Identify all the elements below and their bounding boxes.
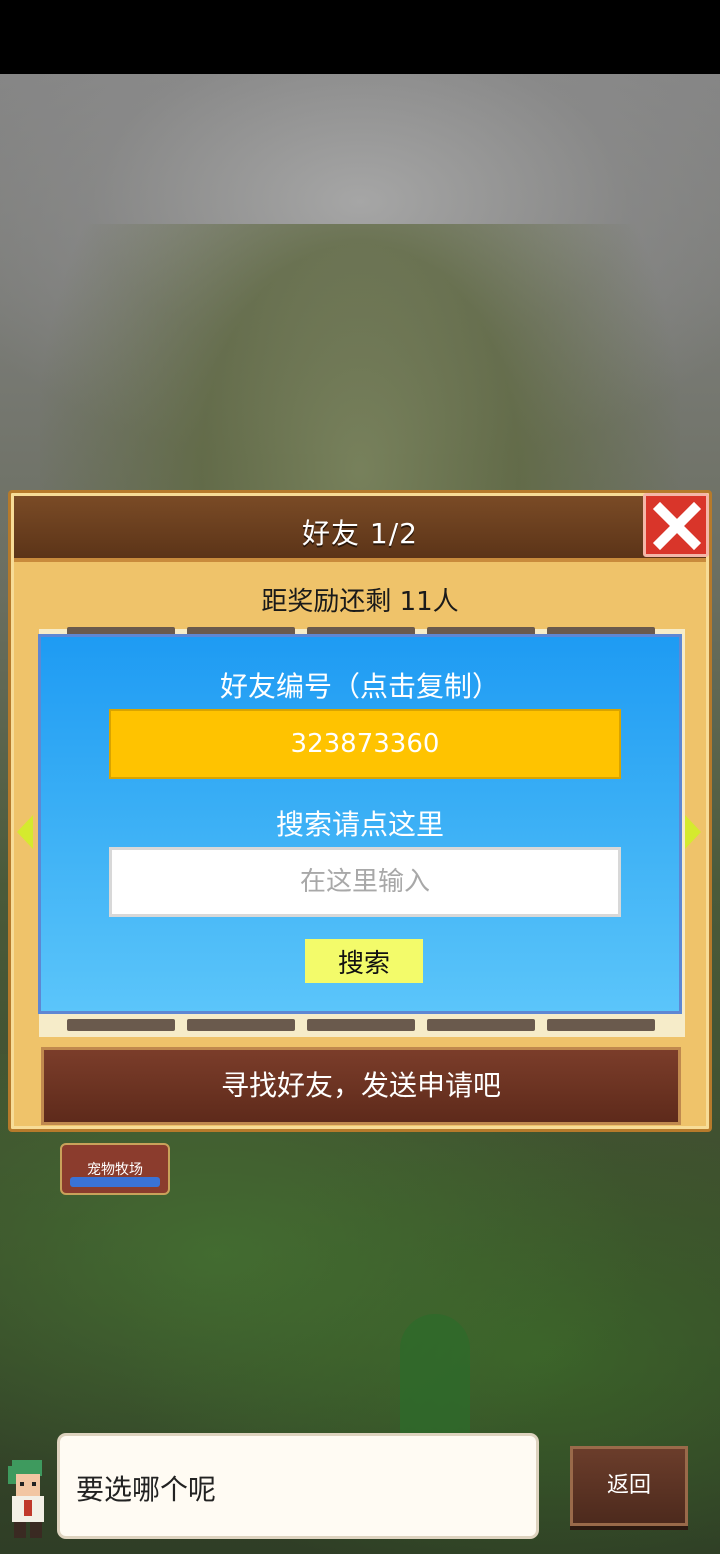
pet-ranch-bar <box>70 1177 160 1187</box>
friend-slot[interactable] <box>547 1019 655 1031</box>
pet-ranch-sign[interactable]: 宠物牧场 <box>60 1143 170 1195</box>
friend-id-label: 好友编号（点击复制） <box>219 670 500 703</box>
dialog-title: 好友 1/2 <box>302 517 418 550</box>
status-bar <box>0 0 720 74</box>
friend-slot[interactable] <box>307 1019 415 1031</box>
friend-search-input[interactable] <box>109 847 621 917</box>
pet-ranch-label: 宠物牧场 <box>87 1162 143 1178</box>
left-arrow-icon[interactable] <box>17 815 33 849</box>
character-avatar <box>2 1456 56 1542</box>
search-button[interactable]: 搜索 <box>305 939 423 983</box>
friend-search-panel: 好友编号（点击复制） 323873360 搜索请点这里 搜索 <box>38 634 682 1014</box>
friend-slot[interactable] <box>187 1019 295 1031</box>
speech-bubble: 要选哪个呢 <box>60 1436 536 1536</box>
reward-remaining-text: 距奖励还剩 11人 <box>261 587 459 617</box>
find-friends-button[interactable]: 寻找好友，发送申请吧 <box>41 1047 681 1125</box>
search-label: 搜索请点这里 <box>275 808 444 841</box>
back-button[interactable]: 返回 <box>570 1446 688 1526</box>
speech-text: 要选哪个呢 <box>76 1473 217 1506</box>
right-arrow-icon[interactable] <box>685 815 701 849</box>
dialog-titlebar: 好友 1/2 <box>14 496 706 562</box>
friend-slot[interactable] <box>67 1019 175 1031</box>
friend-id-copy-box[interactable]: 323873360 <box>109 709 621 779</box>
character-icon <box>8 1460 44 1538</box>
close-icon <box>652 501 702 551</box>
friend-slot[interactable] <box>427 1019 535 1031</box>
close-button[interactable] <box>643 493 709 557</box>
